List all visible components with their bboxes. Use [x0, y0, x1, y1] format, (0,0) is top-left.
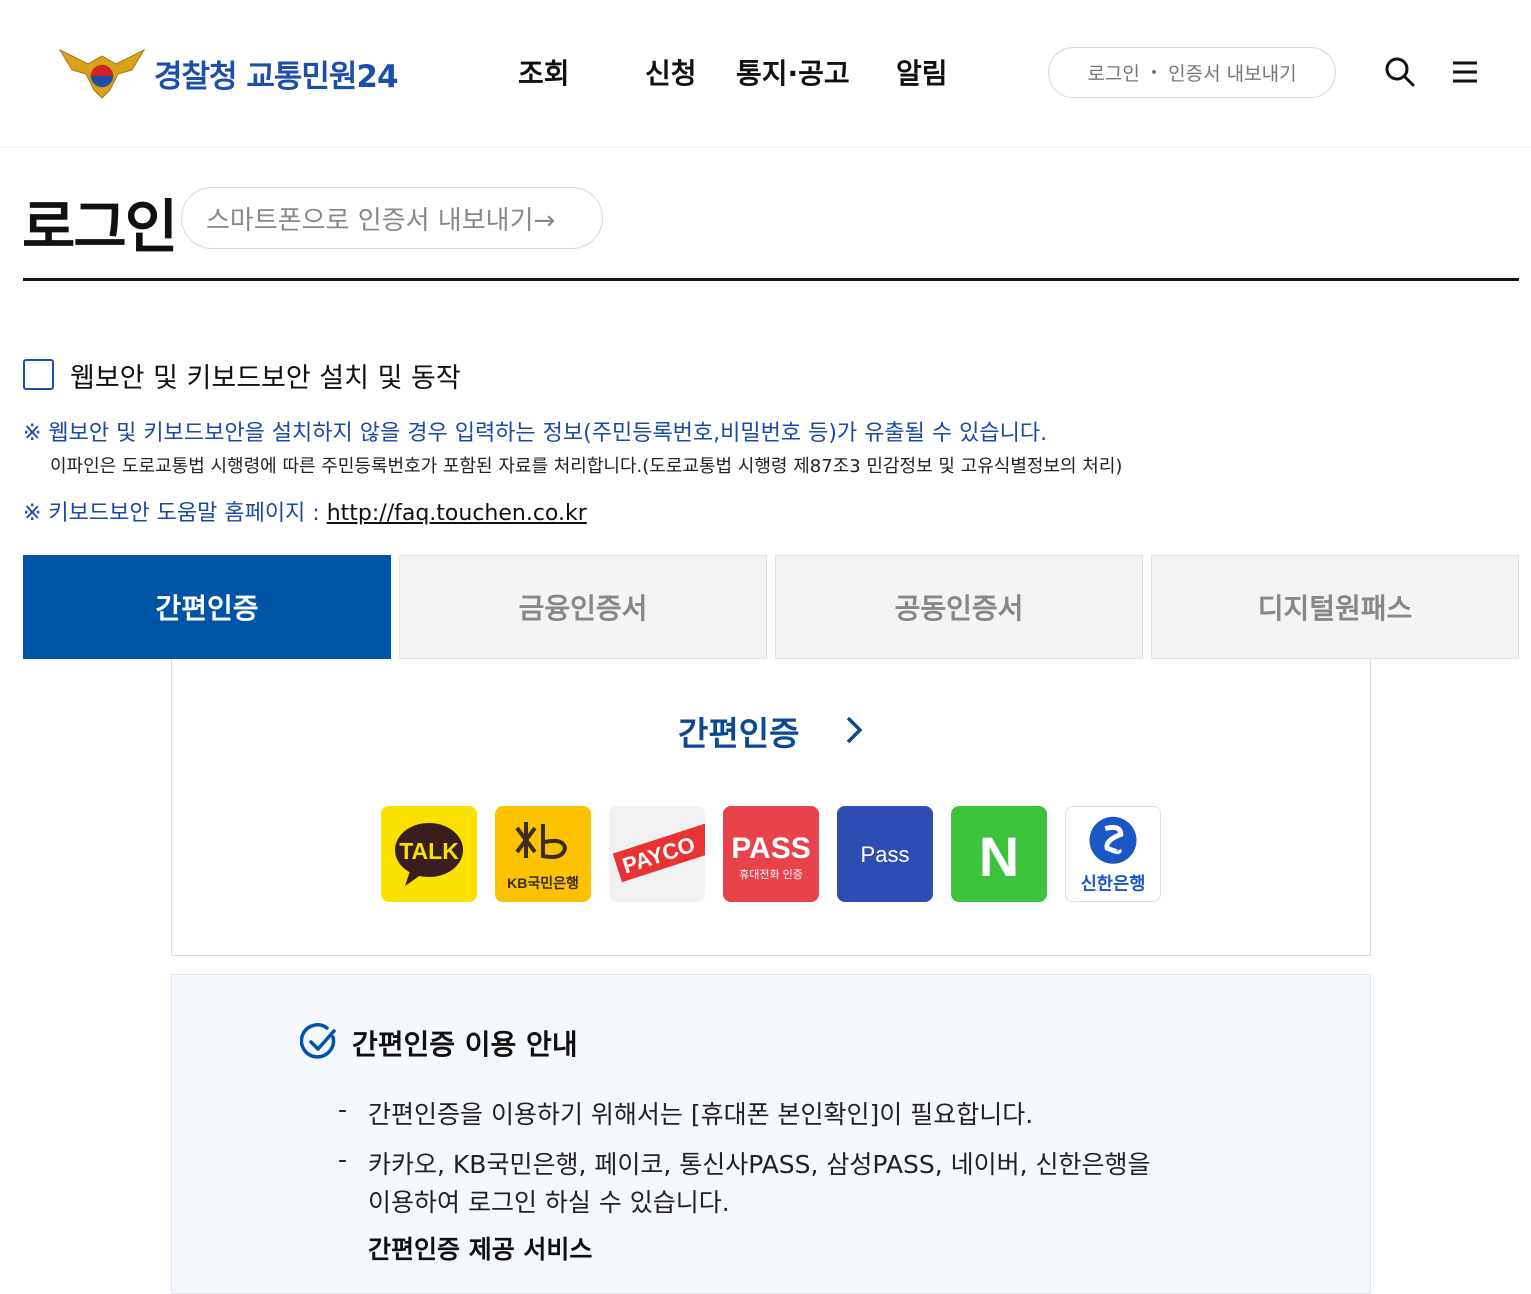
naver-icon: N	[979, 825, 1019, 888]
nav-item-alert[interactable]: 알림	[896, 52, 948, 92]
tab-joint-cert[interactable]: 공동인증서	[775, 555, 1143, 659]
kakao-talk-icon: TALK	[395, 823, 463, 886]
tab-digital-onepass[interactable]: 디지털원패스	[1151, 555, 1519, 659]
provider-payco[interactable]: PAYCO	[609, 806, 705, 902]
provider-shinhan[interactable]: 신한은행	[1065, 806, 1161, 902]
guide-item: 간편인증을 이용하기 위해서는 [휴대폰 본인확인]이 필요합니다.	[368, 1100, 1034, 1129]
simple-auth-guide: 간편인증 이용 안내 - 간편인증을 이용하기 위해서는 [휴대폰 본인확인]이…	[171, 974, 1371, 1294]
nav-item-apply[interactable]: 신청	[645, 52, 697, 92]
simple-auth-title[interactable]: 간편인증	[678, 707, 799, 755]
nav-item-notice[interactable]: 통지·공고	[736, 52, 850, 92]
kb-label: KB국민은행	[507, 875, 579, 891]
provider-naver[interactable]: N	[951, 806, 1047, 902]
samsung-pass-label: Pass	[861, 842, 910, 867]
touchen-help-link[interactable]: http://faq.touchen.co.kr	[327, 501, 587, 526]
payco-icon: PAYCO	[612, 822, 705, 883]
title-divider	[23, 278, 1519, 281]
naver-label: N	[979, 825, 1019, 888]
kb-bank-icon: KB국민은행	[507, 822, 579, 891]
help-prefix: ※ 키보드보안 도움말 홈페이지 :	[23, 501, 327, 526]
login-export-pill: 로그인 • 인증서 내보내기	[1048, 47, 1336, 98]
site-logo[interactable]: 경찰청 교통민원24	[58, 44, 399, 102]
page-title: 로그인	[22, 193, 178, 261]
keyboard-security-help: ※ 키보드보안 도움말 홈페이지 : http://faq.touchen.co…	[23, 495, 587, 527]
provider-kakao[interactable]: TALK	[381, 806, 477, 902]
security-warning-text: ※ 웹보안 및 키보드보안을 설치하지 않을 경우 입력하는 정보(주민등록번호…	[23, 421, 1048, 446]
security-install-checkbox[interactable]	[23, 359, 54, 390]
header-login-link[interactable]: 로그인	[1087, 59, 1139, 86]
provider-samsung-pass[interactable]: Pass	[837, 806, 933, 902]
guide-item: 카카오, KB국민은행, 페이코, 통신사PASS, 삼성PASS, 네이버, …	[368, 1150, 1151, 1179]
search-icon[interactable]	[1382, 54, 1418, 90]
logo-text: 경찰청 교통민원24	[154, 58, 399, 95]
tab-simple-auth[interactable]: 간편인증	[23, 555, 391, 659]
header-cert-export-link[interactable]: 인증서 내보내기	[1168, 59, 1296, 86]
guide-item-continued: 이용하여 로그인 하실 수 있습니다.	[368, 1188, 730, 1217]
payco-label: PAYCO	[619, 832, 698, 879]
police-emblem-icon	[58, 48, 146, 99]
pass-sub-label: 휴대전화 인증	[739, 868, 803, 881]
pass-label: PASS	[731, 832, 810, 865]
guide-services-subtitle: 간편인증 제공 서비스	[368, 1235, 593, 1264]
security-install-label[interactable]: 웹보안 및 키보드보안 설치 및 동작	[70, 356, 461, 395]
smartphone-cert-export-button[interactable]: 스마트폰으로 인증서 내보내기→	[181, 187, 603, 249]
shinhan-label: 신한은행	[1081, 873, 1146, 893]
bullet-dash: -	[338, 1145, 348, 1174]
nav-item-inquiry[interactable]: 조회	[518, 52, 570, 92]
provider-kb[interactable]: KB국민은행	[495, 806, 591, 902]
provider-pass[interactable]: PASS 휴대전화 인증	[723, 806, 819, 902]
samsung-pass-icon: Pass	[861, 842, 910, 867]
kakao-label: TALK	[399, 838, 459, 864]
shinhan-bank-icon: 신한은행	[1081, 816, 1146, 893]
hamburger-menu-icon[interactable]	[1447, 54, 1483, 90]
check-circle-icon	[300, 1023, 336, 1059]
tab-financial-cert[interactable]: 금융인증서	[399, 555, 767, 659]
separator-dot: •	[1149, 64, 1159, 81]
pass-icon: PASS 휴대전화 인증	[731, 832, 810, 881]
bullet-dash: -	[338, 1095, 348, 1124]
guide-title: 간편인증 이용 안내	[352, 1028, 578, 1061]
simple-auth-panel: 간편인증 TALK KB국민은행 PAYCO PASS 휴대전화 인증 Pass…	[171, 659, 1371, 956]
chevron-right-icon[interactable]	[842, 713, 866, 747]
site-header: 경찰청 교통민원24 조회 신청 통지·공고 알림 로그인 • 인증서 내보내기	[0, 0, 1531, 148]
privacy-notice-text: 이파인은 도로교통법 시행령에 따른 주민등록번호가 포함된 자료를 처리합니다…	[50, 456, 1123, 477]
